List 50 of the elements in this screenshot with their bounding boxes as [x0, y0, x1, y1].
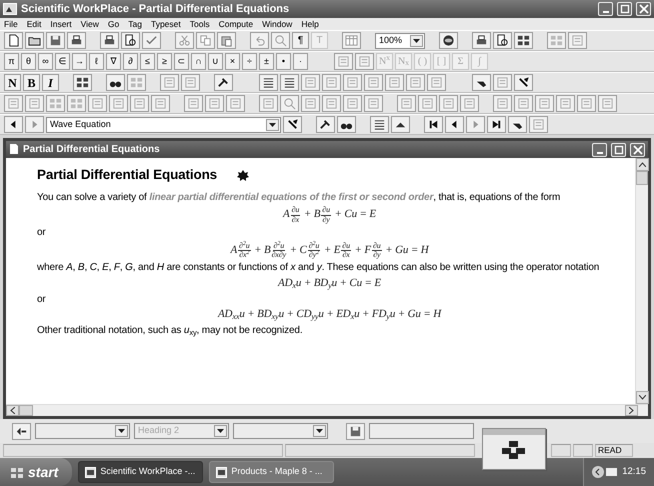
menu-item[interactable]: File [4, 18, 18, 30]
paragraph: or [37, 294, 47, 306]
symbol-button[interactable]: π [4, 53, 19, 70]
clock: 12:15 [622, 464, 646, 479]
menu-item[interactable]: Go [108, 18, 120, 30]
tag-button[interactable]: B [23, 74, 40, 91]
menu-item[interactable]: Tools [190, 18, 210, 30]
equation: AD$_{x}$u + BD$_{y}$u + Cu = E [278, 276, 381, 291]
symbol-button[interactable]: ⊂ [174, 53, 189, 70]
symbol-button[interactable]: ∂ [123, 53, 138, 70]
tag-button[interactable]: N [4, 74, 21, 91]
paragraph: or [37, 227, 47, 240]
status-mode: READ [595, 444, 633, 457]
menu-item[interactable]: Help [301, 18, 319, 30]
symbol-button[interactable]: θ [21, 53, 36, 70]
taskbar-button[interactable]: Products - Maple 8 - ... [209, 461, 334, 483]
zoom-dropdown[interactable]: 100% [375, 32, 425, 48]
paragraph: Other traditional notation, such as u$_{xy}$, may not be recognized. [37, 324, 304, 338]
tag-button[interactable]: I [42, 74, 59, 91]
menu-item[interactable]: Window [262, 18, 292, 30]
menu-item[interactable]: Edit [26, 18, 42, 30]
window-title: Scientific WorkPlace - Partial Differential Equations [21, 2, 290, 17]
symbol-button[interactable]: ∈ [55, 53, 70, 70]
symbol-button[interactable]: × [225, 53, 240, 70]
symbol-button[interactable]: ∪ [208, 53, 223, 70]
symbol-button[interactable]: ≥ [157, 53, 172, 70]
symbol-button[interactable]: · [293, 53, 308, 70]
fragment-dropdown[interactable]: Wave Equation [46, 116, 281, 132]
menu-item[interactable]: Compute [218, 18, 254, 30]
symbol-button[interactable]: • [276, 53, 291, 70]
menu-item[interactable]: Typeset [150, 18, 181, 30]
document-heading: Partial Differential Equations [37, 167, 218, 184]
menu-item[interactable]: Tag [128, 18, 142, 30]
symbol-button[interactable]: ∞ [38, 53, 53, 70]
symbol-button[interactable]: ℓ [89, 53, 104, 70]
symbol-button[interactable]: ≤ [140, 53, 155, 70]
menu-item[interactable]: View [80, 18, 99, 30]
symbol-button[interactable]: ± [259, 53, 274, 70]
equation: AD$_{xx}$u + BD$_{xy}$u + CD$_{yy}$u + ED$_{x}$u + FD$_{y}$u + Gu = H [218, 308, 442, 322]
paragraph: You can solve a variety of linear partial differential equations of the first or second order, that is, equations of the form [37, 192, 562, 204]
toolbar-button[interactable]: ¶ [292, 32, 309, 49]
symbol-button[interactable]: ∇ [106, 53, 121, 70]
symbol-button[interactable]: ∩ [191, 53, 206, 70]
symbol-button[interactable]: → [72, 53, 87, 70]
document-window-title: Partial Differential Equations [23, 143, 160, 157]
menu-item[interactable]: Insert [50, 18, 72, 30]
symbol-button[interactable]: ÷ [242, 53, 257, 70]
taskbar-button[interactable]: Scientific WorkPlace -... [78, 461, 204, 483]
paragraph: where A, B, C, E, F, G, and H are constants or functions of x and y. These equations can also be written using the operator notation [37, 262, 600, 275]
start-button[interactable]: start [0, 458, 72, 486]
